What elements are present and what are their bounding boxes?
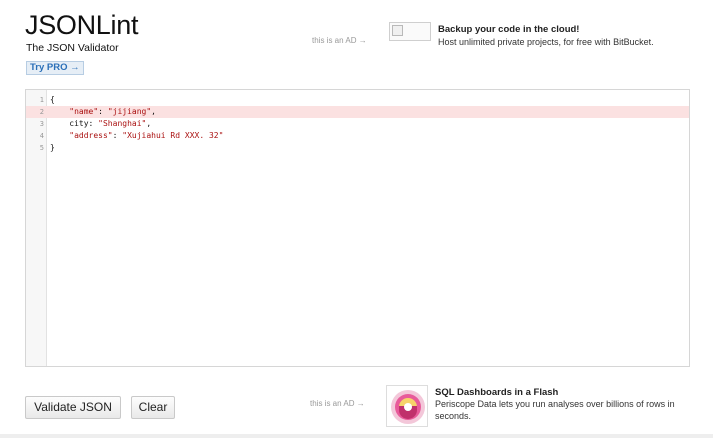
tagline: The JSON Validator xyxy=(26,42,119,54)
periscope-logo-graphic xyxy=(391,390,425,424)
footer-divider xyxy=(0,434,713,438)
logo: JSONLint xyxy=(25,10,139,40)
line-number: 1 xyxy=(39,96,44,104)
code-line: 3 city: "Shanghai", xyxy=(26,118,689,130)
ad-title-bottom[interactable]: SQL Dashboards in a Flash xyxy=(435,387,558,398)
line-number: 4 xyxy=(39,132,44,140)
code-text: "address": "Xujiahui Rd XXX. 32" xyxy=(69,131,224,140)
validate-json-button[interactable]: Validate JSON xyxy=(25,396,121,419)
ad-text-bottom: Periscope Data lets you run analyses ove… xyxy=(435,399,675,421)
json-editor[interactable]: 1 { 2 "name": "jijiang", 3 city: "Shangh… xyxy=(25,89,690,367)
line-number: 3 xyxy=(39,120,44,128)
try-pro-link[interactable]: Try PRO → xyxy=(26,61,84,75)
code-line: 4 "address": "Xujiahui Rd XXX. 32" xyxy=(26,130,689,142)
line-number: 5 xyxy=(39,144,44,152)
ad-label-top: this is an AD → xyxy=(312,36,367,45)
code-line: 5 } xyxy=(26,142,689,154)
code-text: city: "Shanghai", xyxy=(50,119,152,128)
code-line-error: 2 "name": "jijiang", xyxy=(26,106,689,118)
periscope-logo-icon[interactable] xyxy=(386,385,428,427)
ad-title-top[interactable]: Backup your code in the cloud! xyxy=(438,24,579,35)
line-number: 2 xyxy=(39,108,44,116)
broken-image-icon xyxy=(392,25,403,36)
code-text: } xyxy=(50,143,55,152)
ad-label-bottom: this is an AD → xyxy=(310,399,365,408)
code-text: { xyxy=(50,95,55,104)
code-line: 1 { xyxy=(26,94,689,106)
clear-button[interactable]: Clear xyxy=(131,396,175,419)
ad-image-top[interactable] xyxy=(389,22,431,41)
ad-text-top: Host unlimited private projects, for fre… xyxy=(438,37,654,47)
code-text: "name": "jijiang", xyxy=(69,107,156,116)
